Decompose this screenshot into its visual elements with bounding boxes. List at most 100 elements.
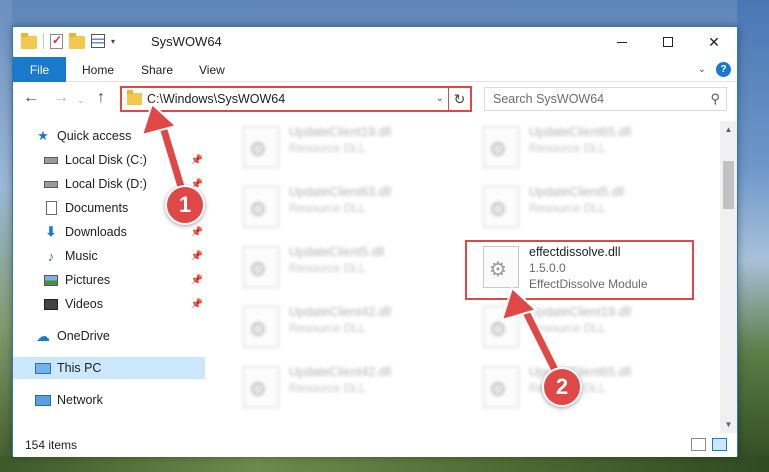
sidebar-item-onedrive[interactable]: ☁ OneDrive [35, 325, 205, 347]
video-icon [43, 296, 59, 312]
details-view-icon[interactable] [691, 438, 706, 451]
sidebar-item-network[interactable]: Network [35, 389, 205, 411]
navigation-bar: ← → ⌄ ↑ C:\Windows\SysWOW64 ⌄ ↻ Search S… [13, 85, 737, 115]
dll-file-icon [243, 246, 279, 288]
sidebar-item-videos[interactable]: Videos 📌 [43, 293, 203, 315]
file-name: UpdateClient65.dll [529, 125, 632, 139]
scroll-up-icon[interactable]: ▲ [720, 121, 737, 138]
sidebar-item-label: Music [65, 249, 98, 263]
file-description: Resource DLL [289, 201, 366, 215]
up-arrow-icon[interactable]: ↑ [97, 89, 105, 107]
close-icon: ✕ [708, 33, 720, 50]
list-item[interactable]: UpdateClient65.dll Resource DLL [463, 121, 663, 181]
customize-view-icon[interactable] [91, 34, 105, 48]
file-name: UpdateClient5.dll [529, 185, 625, 199]
search-input[interactable]: Search SysWOW64 [493, 92, 604, 106]
dll-file-icon [243, 306, 279, 348]
pin-icon: 📌 [190, 298, 203, 310]
download-icon: ⬇ [45, 224, 57, 239]
maximize-icon [663, 37, 673, 47]
file-name: UpdateClient42.dll [289, 305, 392, 319]
title-bar: ▾ SysWOW64 ✕ [13, 27, 737, 57]
music-icon: ♪ [47, 248, 55, 264]
network-icon [35, 392, 51, 408]
dll-file-icon [243, 126, 279, 168]
file-description: Resource DLL [289, 141, 366, 155]
star-icon: ★ [37, 128, 49, 143]
close-button[interactable]: ✕ [691, 27, 737, 57]
file-name: UpdateClient42.dll [289, 365, 392, 379]
sidebar-item-label: OneDrive [57, 329, 110, 343]
properties-check-icon[interactable] [50, 33, 63, 49]
address-bar[interactable]: C:\Windows\SysWOW64 ⌄ ↻ [120, 86, 472, 112]
view-toggle [691, 438, 727, 451]
recent-locations-chevron-icon[interactable]: ⌄ [77, 95, 85, 106]
maximize-button[interactable] [645, 27, 691, 57]
ribbon-tabs: File Home Share View ⌄ ? [13, 57, 737, 82]
sidebar-item-local-disk-c[interactable]: Local Disk (C:) 📌 [43, 149, 203, 171]
expand-ribbon-icon[interactable]: ⌄ [698, 64, 706, 75]
ribbon-controls: ⌄ ? [698, 62, 731, 77]
dll-file-icon [483, 366, 519, 408]
file-description: Resource DLL [529, 141, 606, 155]
window-controls: ✕ [599, 27, 737, 57]
file-name: UpdateClient5.dll [289, 245, 385, 259]
pin-icon: 📌 [190, 250, 203, 262]
list-item[interactable]: UpdateClient5.dll Resource DLL [223, 241, 423, 301]
file-name: UpdateClient19.dll [529, 305, 632, 319]
file-description: Resource DLL [289, 261, 366, 275]
list-item[interactable]: UpdateClient42.dll Resource DLL [223, 361, 423, 421]
navigation-pane: ★ Quick access Local Disk (C:) 📌 Local D… [13, 121, 205, 433]
dll-file-icon [243, 186, 279, 228]
scroll-down-icon[interactable]: ▼ [720, 416, 737, 433]
sidebar-item-this-pc[interactable]: This PC [13, 357, 205, 379]
file-description: Resource DLL [529, 201, 606, 215]
new-folder-icon[interactable] [69, 32, 85, 49]
tab-home[interactable]: Home [82, 57, 114, 82]
address-dropdown-icon[interactable]: ⌄ [436, 93, 444, 104]
file-description: Resource DLL [289, 321, 366, 335]
vertical-scrollbar[interactable]: ▲ ▼ [720, 121, 737, 433]
tab-share[interactable]: Share [141, 57, 173, 82]
tab-file[interactable]: File [13, 57, 66, 82]
list-item[interactable]: UpdateClient42.dll Resource DLL [223, 301, 423, 361]
sidebar-item-label: Local Disk (C:) [65, 153, 147, 167]
sidebar-item-label: Videos [65, 297, 103, 311]
list-item[interactable]: UpdateClient19.dll Resource DLL [463, 301, 663, 361]
window-title: SysWOW64 [151, 34, 222, 49]
sidebar-item-label: Documents [65, 201, 129, 215]
file-description: Resource DLL [529, 321, 606, 335]
chevron-down-icon[interactable]: ▾ [111, 37, 115, 46]
file-name: UpdateClient19.dll [289, 125, 392, 139]
sidebar-item-label: This PC [57, 361, 102, 375]
pin-icon: 📌 [190, 274, 203, 286]
sidebar-item-quick-access[interactable]: ★ Quick access [35, 125, 205, 147]
picture-icon [43, 272, 59, 288]
desktop-background-right [737, 0, 769, 472]
file-highlight-box [465, 240, 694, 300]
sidebar-item-pictures[interactable]: Pictures 📌 [43, 269, 203, 291]
list-item[interactable]: UpdateClient63.dll Resource DLL [223, 181, 423, 241]
minimize-button[interactable] [599, 27, 645, 57]
minimize-icon [617, 41, 627, 43]
cloud-icon: ☁ [36, 327, 50, 344]
sidebar-item-music[interactable]: ♪ Music 📌 [43, 245, 203, 267]
tab-view[interactable]: View [199, 57, 225, 82]
list-item[interactable]: UpdateClient5.dll Resource DLL [463, 181, 663, 241]
back-arrow-icon[interactable]: ← [23, 89, 39, 107]
drive-icon [43, 176, 59, 192]
search-box[interactable]: Search SysWOW64 ⚲ [484, 87, 727, 111]
folder-icon [21, 32, 37, 49]
scroll-thumb[interactable] [723, 161, 734, 209]
dll-file-icon [483, 126, 519, 168]
large-icons-view-icon[interactable] [712, 438, 727, 451]
dll-file-icon [483, 186, 519, 228]
refresh-button[interactable]: ↻ [448, 88, 470, 110]
list-item[interactable]: UpdateClient19.dll Resource DLL [223, 121, 423, 181]
forward-arrow-icon[interactable]: → [53, 89, 69, 107]
address-folder-icon [127, 90, 142, 105]
help-icon[interactable]: ? [716, 62, 731, 77]
drive-icon [43, 152, 59, 168]
desktop-background-bottom [0, 456, 769, 472]
address-path[interactable]: C:\Windows\SysWOW64 [147, 92, 285, 106]
